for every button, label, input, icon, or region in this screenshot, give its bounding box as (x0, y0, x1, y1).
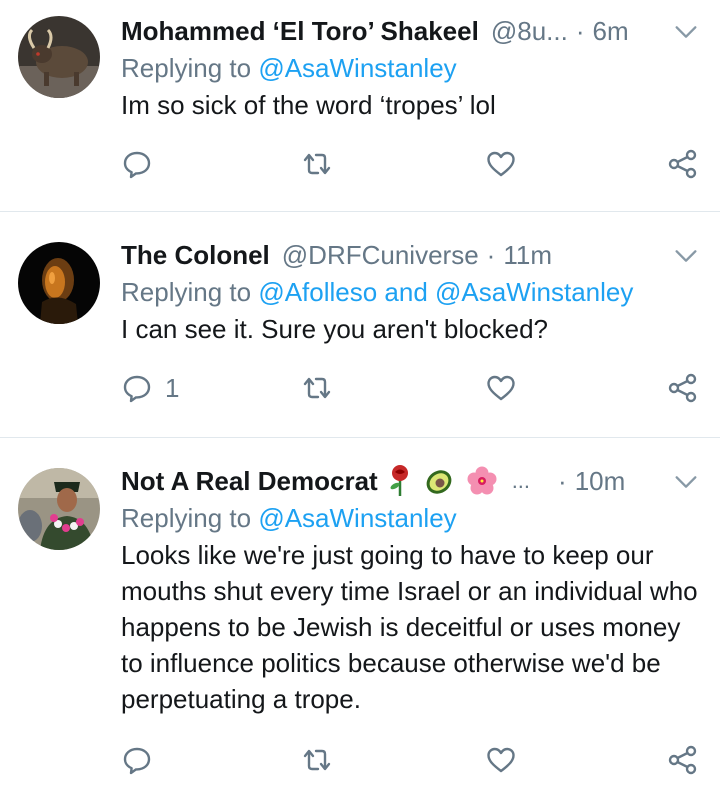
reply-icon (123, 375, 151, 403)
tweet-text: I can see it. Sure you aren't blocked? (121, 314, 548, 344)
like-button[interactable] (485, 146, 517, 182)
retweet-icon (303, 749, 331, 771)
replying-prefix: Replying to (121, 53, 259, 83)
tweet-header: Not A Real Democrat ... · 10m (121, 464, 700, 498)
like-button[interactable] (485, 370, 517, 406)
chevron-down-icon[interactable] (672, 468, 700, 496)
share-button[interactable] (667, 370, 699, 406)
replying-to: Replying to @Afolleso and @AsaWinstanley (121, 275, 700, 309)
like-icon (487, 747, 515, 773)
replying-to: Replying to @AsaWinstanley (121, 51, 700, 85)
replying-prefix: Replying to (121, 503, 259, 533)
action-bar (121, 742, 700, 778)
share-button[interactable] (667, 146, 699, 182)
share-icon (668, 149, 697, 179)
rose-emoji-icon (390, 465, 408, 496)
reply-icon (123, 747, 151, 775)
mention-link[interactable]: @AsaWinstanley (258, 53, 456, 83)
avatar[interactable] (18, 468, 100, 550)
retweet-icon (303, 377, 331, 399)
reply-icon (123, 151, 151, 179)
display-name[interactable]: The Colonel (121, 240, 270, 271)
user-handle[interactable]: @8u... (491, 16, 568, 47)
chevron-down-icon[interactable] (672, 242, 700, 270)
user-handle[interactable]: ... (512, 468, 530, 494)
retweet-button[interactable] (301, 742, 333, 778)
mention-link[interactable]: @AsaWinstanley (258, 503, 456, 533)
separator-dot: · (575, 15, 585, 46)
replying-to: Replying to @AsaWinstanley (121, 501, 700, 535)
action-bar (121, 146, 700, 182)
share-button[interactable] (667, 742, 699, 778)
reply-button[interactable]: 1 (121, 370, 179, 406)
like-icon (487, 375, 515, 401)
tweet-header: Mohammed ‘El Toro’ Shakeel @8u... · 6m (121, 14, 700, 48)
reply-count: 1 (165, 372, 180, 403)
user-handle[interactable]: @DRFCuniverse (282, 240, 479, 271)
tweet-3[interactable]: Not A Real Democrat ... · 10m Replying t… (0, 438, 720, 802)
share-icon (668, 745, 697, 775)
display-name[interactable]: Not A Real Democrat (121, 466, 378, 497)
retweet-button[interactable] (301, 370, 333, 406)
like-button[interactable] (485, 742, 517, 778)
mention-link[interactable]: @Afolleso and @AsaWinstanley (258, 277, 633, 307)
tweet-text: Im so sick of the word ‘tropes’ lol (121, 90, 496, 120)
tweet-text: Looks like we're just going to have to k… (121, 540, 698, 714)
tweet-1[interactable]: Mohammed ‘El Toro’ Shakeel @8u... · 6m R… (0, 0, 720, 212)
timestamp[interactable]: 11m (503, 240, 552, 271)
replying-prefix: Replying to (121, 277, 259, 307)
share-icon (668, 373, 697, 403)
chevron-down-icon[interactable] (672, 18, 700, 46)
avocado-emoji-icon (426, 470, 452, 494)
separator-dot: · (558, 465, 567, 496)
like-icon (487, 151, 515, 177)
reply-button[interactable] (121, 146, 165, 182)
hibiscus-emoji-icon (467, 466, 497, 495)
retweet-button[interactable] (301, 146, 333, 182)
avatar[interactable] (18, 16, 100, 98)
avatar[interactable] (18, 242, 100, 324)
separator-dot: · (486, 239, 496, 270)
action-bar: 1 (121, 370, 700, 406)
retweet-icon (303, 153, 331, 175)
reply-button[interactable] (121, 742, 165, 778)
tweet-header: The Colonel @DRFCuniverse · 11m (121, 238, 700, 272)
tweet-2[interactable]: The Colonel @DRFCuniverse · 11m Replying… (0, 212, 720, 438)
display-name[interactable]: Mohammed ‘El Toro’ Shakeel (121, 16, 479, 47)
timestamp[interactable]: 6m (593, 16, 629, 47)
timestamp[interactable]: 10m (575, 466, 626, 497)
